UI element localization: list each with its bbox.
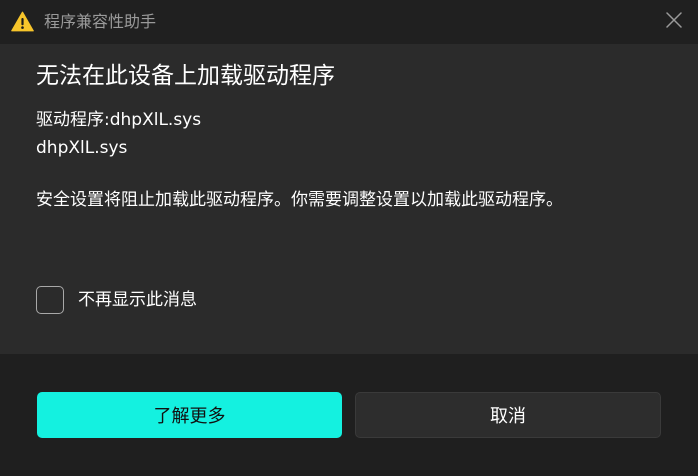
program-compatibility-dialog: 程序兼容性助手 无法在此设备上加载驱动程序 驱动程序:dhpXlL.sys dh… — [0, 0, 698, 476]
security-message: 安全设置将阻止加载此驱动程序。你需要调整设置以加载此驱动程序。 — [36, 190, 563, 210]
learn-more-button[interactable]: 了解更多 — [37, 392, 342, 438]
dialog-heading: 无法在此设备上加载驱动程序 — [36, 63, 335, 89]
dialog-footer: 了解更多 取消 — [0, 354, 698, 476]
app-title: 程序兼容性助手 — [44, 12, 157, 31]
cancel-button[interactable]: 取消 — [355, 392, 661, 438]
warning-icon — [11, 11, 34, 32]
dont-show-again-checkbox[interactable] — [36, 286, 64, 314]
driver-file-line: dhpXlL.sys — [36, 138, 128, 158]
dont-show-again-label[interactable]: 不再显示此消息 — [78, 288, 197, 312]
title-bar: 程序兼容性助手 — [0, 0, 698, 44]
close-icon — [666, 12, 682, 32]
dont-show-again-option[interactable]: 不再显示此消息 — [36, 284, 197, 316]
driver-name-line: 驱动程序:dhpXlL.sys — [36, 110, 202, 130]
dialog-content: 无法在此设备上加载驱动程序 驱动程序:dhpXlL.sys dhpXlL.sys… — [0, 44, 698, 354]
close-button[interactable] — [654, 4, 694, 40]
